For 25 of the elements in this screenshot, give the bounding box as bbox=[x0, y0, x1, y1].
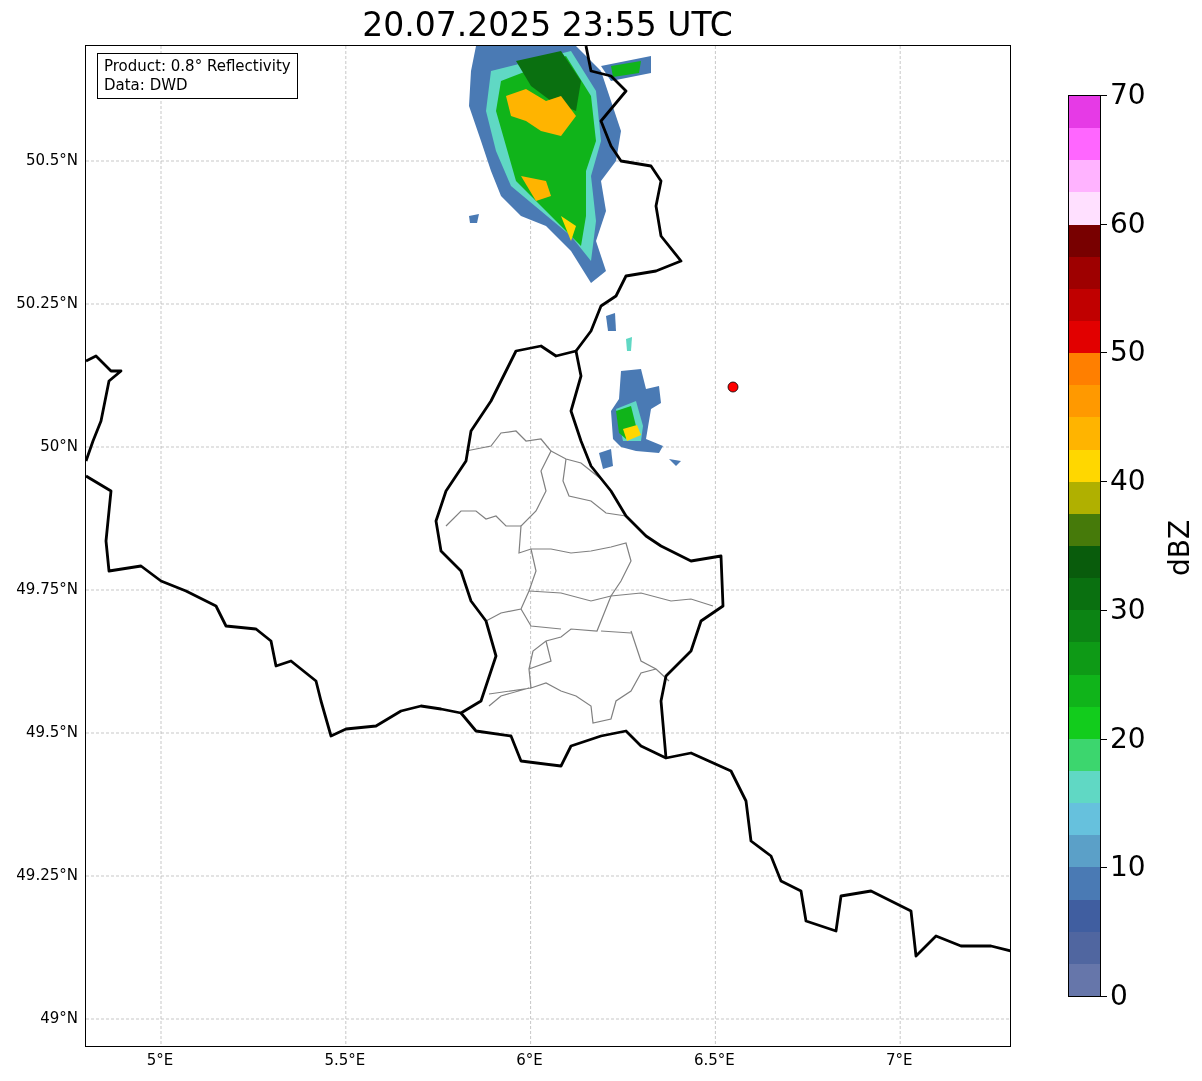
info-text: Data: DWD bbox=[104, 76, 189, 95]
colorbar-tick-label: 10 bbox=[1110, 851, 1146, 884]
latitude-label: 49.5°N bbox=[25, 723, 78, 741]
colorbar-tick-label: 60 bbox=[1110, 207, 1146, 240]
colorbar-tick-label: 0 bbox=[1110, 980, 1128, 1012]
plot-title: 20.07.2025 23:55 UTC bbox=[361, 4, 734, 46]
longitude-label: 6°E bbox=[515, 1051, 544, 1069]
longitude-label: 5.5°E bbox=[323, 1051, 367, 1069]
longitude-label: 6.5°E bbox=[692, 1051, 736, 1069]
colorbar-label: dBZ bbox=[1163, 518, 1197, 579]
latitude-label: 50°N bbox=[40, 437, 78, 455]
colorbar-tick-label: 70 bbox=[1110, 79, 1146, 111]
colorbar-tick-label: 50 bbox=[1110, 336, 1146, 369]
colorbar-tick-label: 30 bbox=[1110, 593, 1146, 626]
latitude-label: 49°N bbox=[40, 1009, 78, 1027]
longitude-label: 7°E bbox=[884, 1051, 914, 1069]
latitude-label: 49.75°N bbox=[16, 580, 78, 598]
latitude-label: 50.5°N bbox=[25, 151, 78, 169]
latitude-label: 50.25°N bbox=[16, 294, 78, 312]
info-text: Product: 0.8° Reflectivity bbox=[104, 57, 291, 76]
radar-site-marker bbox=[727, 381, 739, 393]
colorbar-tick-label: 20 bbox=[1110, 722, 1146, 755]
colorbar-tick-label: 40 bbox=[1110, 465, 1146, 498]
latitude-label: 49.25°N bbox=[16, 866, 78, 884]
longitude-label: 5°E bbox=[145, 1051, 175, 1069]
